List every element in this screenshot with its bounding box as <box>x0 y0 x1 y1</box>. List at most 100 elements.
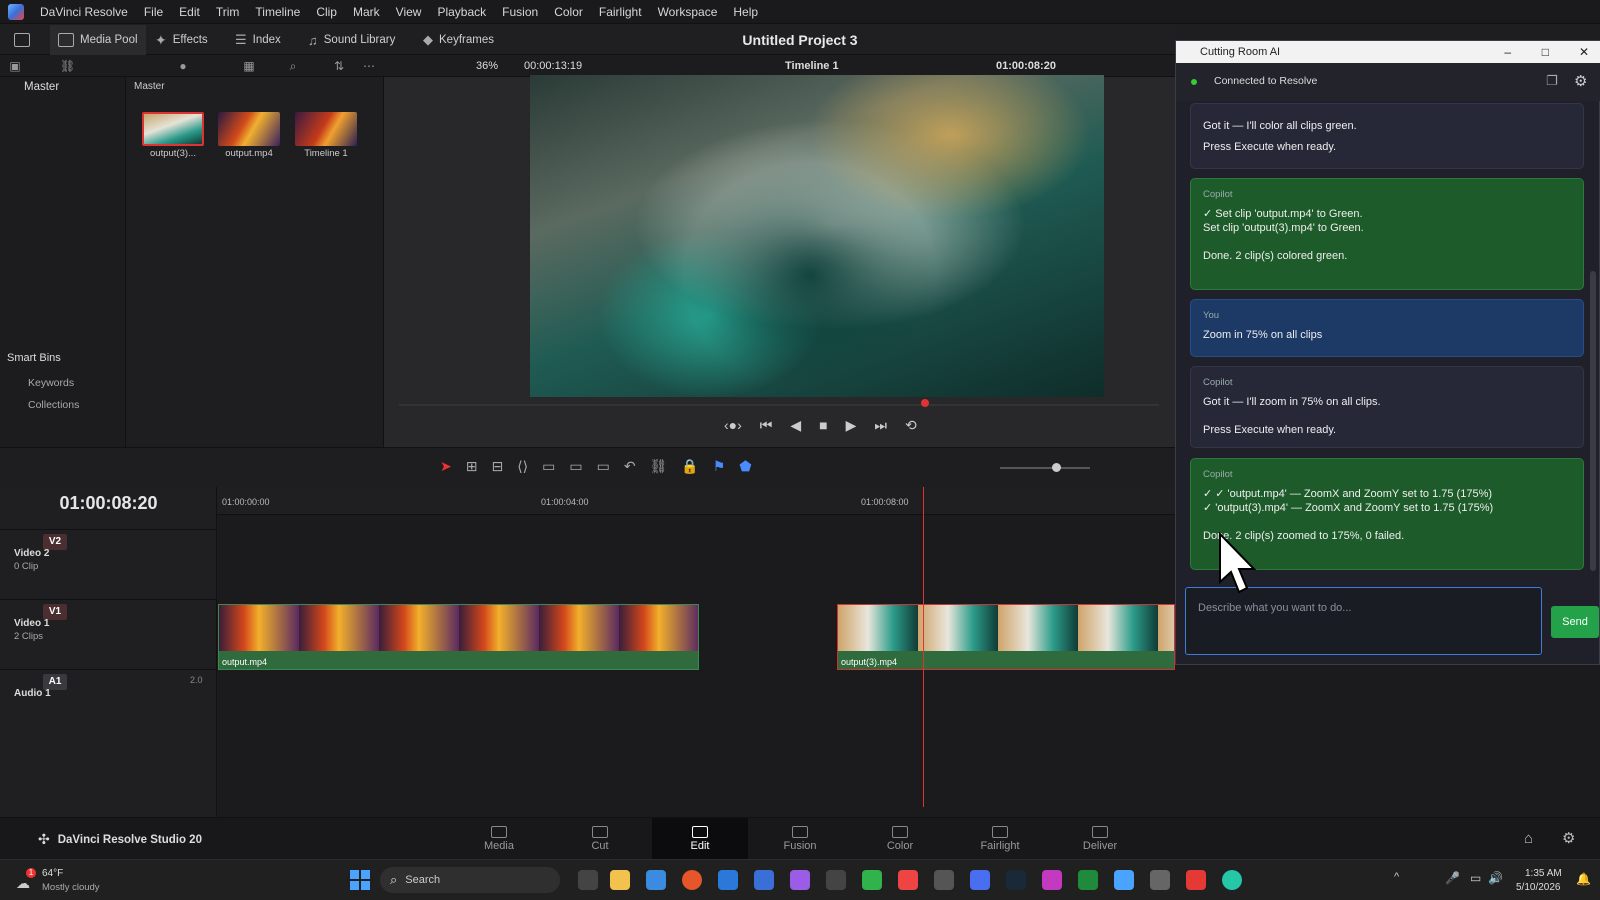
menu-mark[interactable]: Mark <box>345 5 388 19</box>
blade-tool-icon[interactable]: ⟨⟩ <box>517 458 528 475</box>
file-explorer-icon[interactable] <box>610 870 630 890</box>
app-icon[interactable] <box>1114 870 1134 890</box>
loop-icon[interactable]: ⟲ <box>905 417 917 434</box>
page-cut[interactable]: Cut <box>552 818 648 860</box>
menu-trim[interactable]: Trim <box>208 5 248 19</box>
linked-selection-icon[interactable]: ⛓ <box>650 458 668 475</box>
position-lock-icon[interactable]: 🔒 <box>681 458 698 475</box>
page-deliver[interactable]: Deliver <box>1052 818 1148 860</box>
menu-edit[interactable]: Edit <box>171 5 208 19</box>
app-icon[interactable] <box>1222 870 1242 890</box>
effects-button[interactable]: ✦ Effects <box>155 25 208 55</box>
timeline-clip[interactable]: output(3).mp4 <box>837 604 1175 670</box>
menu-workspace[interactable]: Workspace <box>650 5 726 19</box>
send-button[interactable]: Send <box>1551 606 1599 638</box>
collections-bin[interactable]: Collections <box>28 399 79 411</box>
page-fairlight[interactable]: Fairlight <box>952 818 1048 860</box>
resolve-taskbar-icon[interactable] <box>826 870 846 890</box>
home-icon[interactable]: ⌂ <box>1524 830 1533 847</box>
play-icon[interactable]: ▶ <box>846 417 857 434</box>
steam-icon[interactable] <box>1006 870 1026 890</box>
link-icon[interactable]: ⛓ <box>60 59 75 73</box>
media-thumb-output3[interactable] <box>142 112 204 146</box>
tray-chevron-icon[interactable]: ^ <box>1394 871 1399 883</box>
trim-tool-icon[interactable]: ⊞ <box>466 458 478 475</box>
taskbar-search[interactable]: ⌕ Search <box>380 867 560 893</box>
page-fusion[interactable]: Fusion <box>752 818 848 860</box>
insert-clip-icon[interactable]: ▭ <box>542 458 555 475</box>
calculator-icon[interactable] <box>934 870 954 890</box>
close-icon[interactable]: ✕ <box>1579 41 1589 63</box>
menu-view[interactable]: View <box>388 5 430 19</box>
timeline-selector[interactable]: Timeline 1 <box>785 55 839 77</box>
menu-file[interactable]: File <box>136 5 171 19</box>
scrubber-bar[interactable] <box>399 399 1159 407</box>
media-thumb-output[interactable] <box>218 112 280 146</box>
maximize-icon[interactable]: □ <box>1542 41 1549 63</box>
settings-icon[interactable]: ⚙ <box>1562 829 1575 847</box>
selection-tool-icon[interactable]: ➤ <box>440 458 452 475</box>
search-icon[interactable]: ⌕ <box>286 59 300 73</box>
excel-icon[interactable] <box>1078 870 1098 890</box>
play-reverse-icon[interactable]: ◀ <box>790 417 801 434</box>
clock-date[interactable]: 5/10/2026 <box>1516 882 1561 893</box>
dynamic-trim-icon[interactable]: ⊟ <box>491 458 503 475</box>
app-icon[interactable] <box>1150 870 1170 890</box>
app-icon[interactable] <box>790 870 810 890</box>
sort-icon[interactable]: ⇅ <box>332 59 346 73</box>
stop-icon[interactable]: ■ <box>819 417 827 434</box>
keyframes-button[interactable]: ◆ Keyframes <box>423 25 494 55</box>
weather-temp[interactable]: 64°F <box>42 868 63 879</box>
menu-fusion[interactable]: Fusion <box>494 5 546 19</box>
zoom-slider-handle[interactable] <box>1052 463 1061 472</box>
powershell-icon[interactable] <box>754 870 774 890</box>
volume-icon[interactable]: 🔊 <box>1488 871 1503 885</box>
minimize-icon[interactable]: – <box>1504 41 1511 63</box>
app-icon[interactable] <box>862 870 882 890</box>
skip-start-icon[interactable]: ⏮ <box>760 417 773 434</box>
microphone-icon[interactable]: 🎤 <box>1445 871 1460 885</box>
skip-end-icon[interactable]: ⏭ <box>874 417 887 434</box>
more-options-icon[interactable]: ⋯ <box>362 59 376 73</box>
sound-library-button[interactable]: ♫ Sound Library <box>308 25 395 55</box>
menu-color[interactable]: Color <box>546 5 591 19</box>
timeline-zoom-slider[interactable] <box>1000 463 1090 472</box>
app-icon[interactable] <box>1186 870 1206 890</box>
menu-clip[interactable]: Clip <box>308 5 345 19</box>
app-icon[interactable] <box>898 870 918 890</box>
word-icon[interactable] <box>718 870 738 890</box>
flag-icon[interactable]: ⚑ <box>713 458 726 475</box>
menu-fairlight[interactable]: Fairlight <box>591 5 650 19</box>
keywords-bin[interactable]: Keywords <box>28 377 74 389</box>
grid-view-icon[interactable]: ▦ <box>242 59 256 73</box>
app-icon[interactable] <box>970 870 990 890</box>
overwrite-clip-icon[interactable]: ▭ <box>569 458 582 475</box>
onenote-icon[interactable] <box>1042 870 1062 890</box>
menu-app[interactable]: DaVinci Resolve <box>32 5 136 19</box>
notification-icon[interactable]: 🔔 <box>1576 872 1591 886</box>
chat-scrollbar[interactable] <box>1590 271 1596 571</box>
jog-left-icon[interactable]: ‹●› <box>724 417 742 434</box>
timeline-playhead[interactable] <box>923 487 924 807</box>
page-edit[interactable]: Edit <box>652 818 748 860</box>
menu-help[interactable]: Help <box>725 5 766 19</box>
firefox-icon[interactable] <box>682 870 702 890</box>
network-icon[interactable]: ▭ <box>1470 871 1481 885</box>
slider-dot-icon[interactable]: ● <box>176 59 190 73</box>
timeline-clip[interactable]: output.mp4 <box>218 604 699 670</box>
media-thumb-timeline[interactable] <box>295 112 357 146</box>
marker-icon[interactable]: ⬟ <box>739 458 751 475</box>
snapping-icon[interactable]: ↶ <box>624 458 636 475</box>
page-media[interactable]: Media <box>451 818 547 860</box>
clock-time[interactable]: 1:35 AM <box>1525 868 1562 879</box>
menu-timeline[interactable]: Timeline <box>247 5 308 19</box>
start-button[interactable] <box>350 870 370 890</box>
playhead-marker[interactable] <box>921 399 929 407</box>
index-button[interactable]: ☰ Index <box>235 25 281 55</box>
copy-icon[interactable]: ❐ <box>1546 73 1558 89</box>
page-color[interactable]: Color <box>852 818 948 860</box>
settings-icon[interactable]: ⚙ <box>1574 72 1587 90</box>
outlook-icon[interactable] <box>646 870 666 890</box>
menu-playback[interactable]: Playback <box>429 5 494 19</box>
task-view-icon[interactable] <box>578 870 598 890</box>
